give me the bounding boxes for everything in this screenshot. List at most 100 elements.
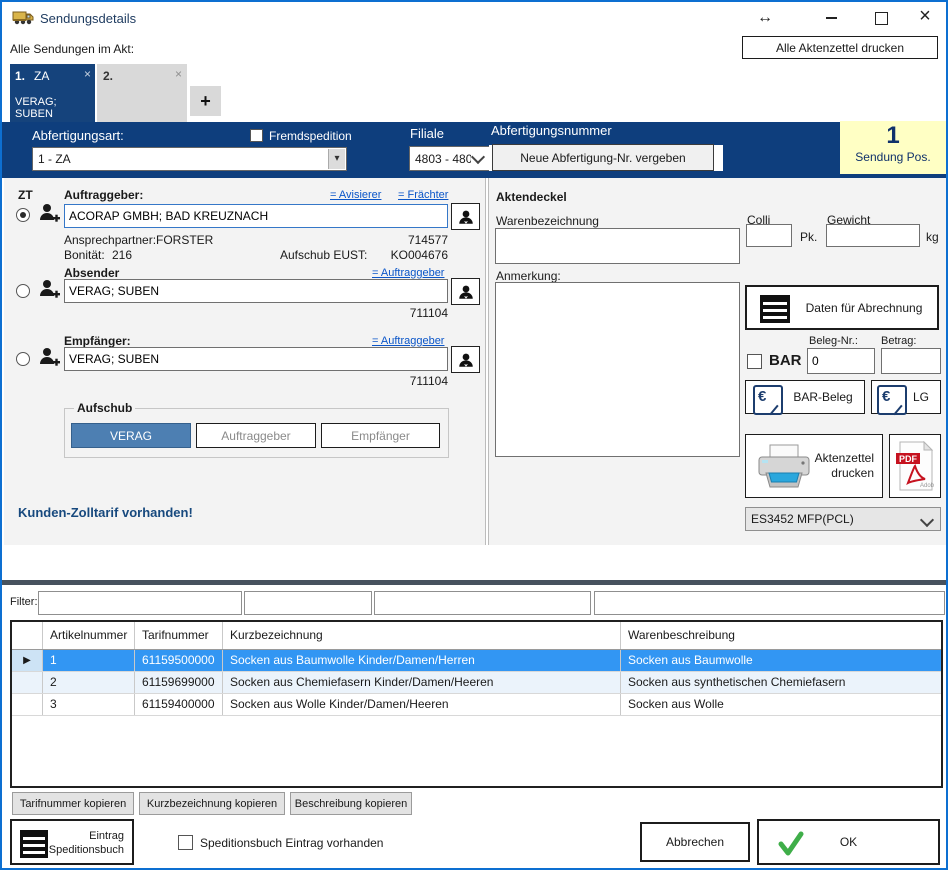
column-header-kurzbezeichnung[interactable]: Kurzbezeichnung [223,622,621,649]
zt-column-label: ZT [18,188,33,202]
add-contact-icon[interactable] [37,345,61,369]
anmerkung-label: Anmerkung: [496,269,561,283]
beleg-nr-input[interactable] [807,348,875,374]
abfertigungsart-label: Abfertigungsart: [32,128,124,143]
euro-receipt-icon: € [877,385,907,415]
svg-text:PDF: PDF [899,454,918,464]
aufschub-verag-button[interactable]: VERAG [71,423,191,448]
empfaenger-id: 711104 [374,374,448,388]
filiale-select[interactable]: 4803 - 480 [409,146,490,171]
minimize-icon [826,17,837,19]
table-row[interactable]: 3 61159400000 Socken aus Wolle Kinder/Da… [12,694,941,716]
svg-text:Adobe: Adobe [920,483,934,489]
eintrag-speditionsbuch-button[interactable]: Eintrag Speditionsbuch [10,819,134,865]
close-icon: × [919,5,931,28]
row-pointer-icon: ▶ [12,650,43,671]
printer-icon [754,443,814,491]
empfaenger-input[interactable] [64,347,448,371]
fremdspedition-checkbox[interactable] [250,129,263,142]
column-header-artikelnummer[interactable]: Artikelnummer [43,622,135,649]
check-icon [777,831,805,857]
ansprechpartner-value: FORSTER [156,233,213,247]
window-title: Sendungsdetails [40,11,136,26]
absender-radio[interactable] [16,284,30,298]
add-contact-icon[interactable] [37,201,61,225]
bonitaet-label: Bonität: [64,248,105,262]
row-selector-header [12,622,43,649]
absender-contact-button[interactable] [451,278,480,305]
empfaenger-radio[interactable] [16,352,30,366]
aktenzettel-drucken-button[interactable]: Aktenzettel drucken [745,434,883,498]
fraechter-link[interactable]: = Frächter [398,189,448,201]
column-header-tarifnummer[interactable]: Tarifnummer [135,622,223,649]
aufschub-eust-label: Aufschub EUST: [280,248,367,262]
tab-shipment-1[interactable]: 1. ZA × VERAG; SUBEN [10,64,95,122]
print-all-aktenzettel-button[interactable]: Alle Aktenzettel drucken [742,36,938,59]
beleg-nr-label: Beleg-Nr.: [809,335,858,347]
close-button[interactable]: × [908,4,942,28]
speditionsbuch-checkbox[interactable] [178,835,193,850]
abfertigungsart-select[interactable]: 1 - ZA ▾ [32,147,347,171]
cancel-button[interactable]: Abbrechen [640,822,750,862]
filter-input-kurzbezeichnung[interactable] [374,591,591,615]
chevron-down-icon [920,513,934,527]
aufschub-empfaenger-button[interactable]: Empfänger [321,423,440,448]
pdf-button[interactable]: PDF Adobe [889,434,941,498]
auftraggeber-radio[interactable] [16,208,30,222]
section-divider [2,580,946,585]
bar-beleg-button[interactable]: € BAR-Beleg [745,380,865,414]
empfaenger-auftraggeber-link[interactable]: = Auftraggeber [372,335,444,347]
euro-receipt-icon: € [753,385,783,415]
tab-close-icon[interactable]: × [175,67,182,81]
tab-shipment-2[interactable]: 2. × [97,64,187,122]
betrag-input[interactable] [881,348,941,374]
copy-beschreibung-button[interactable]: Beschreibung kopieren [290,792,412,815]
absender-input[interactable] [64,279,448,303]
auftraggeber-input[interactable] [64,204,448,228]
copy-kurzbezeichnung-button[interactable]: Kurzbezeichnung kopieren [139,792,285,815]
resize-cursor-icon: ↔ [757,9,773,27]
add-contact-icon[interactable] [37,277,61,301]
list-icon [20,830,48,858]
sendung-pos-box: 1 Sendung Pos. [840,121,946,174]
daten-abrechnung-button[interactable]: Daten für Abrechnung [745,285,939,330]
article-table: Artikelnummer Tarifnummer Kurzbezeichnun… [10,620,943,788]
bar-checkbox[interactable] [747,354,762,369]
filter-input-artikelnummer[interactable] [38,591,242,615]
table-row[interactable]: ▶ 1 61159500000 Socken aus Baumwolle Kin… [12,650,941,672]
truck-icon [12,9,34,26]
column-header-warenbeschreibung[interactable]: Warenbeschreibung [621,622,941,649]
printer-select[interactable]: ES3452 MFP(PCL) [745,507,941,531]
aufschub-auftraggeber-button[interactable]: Auftraggeber [196,423,316,448]
colli-input[interactable] [746,224,792,247]
filter-input-tarifnummer[interactable] [244,591,372,615]
neue-abfertigungsnummer-button[interactable]: Neue Abfertigung-Nr. vergeben [492,144,714,171]
copy-tarifnummer-button[interactable]: Tarifnummer kopieren [12,792,134,815]
gewicht-input[interactable] [826,224,920,247]
filter-input-warenbeschreibung[interactable] [594,591,945,615]
aufschub-group: Aufschub VERAG Auftraggeber Empfänger [64,408,449,458]
absender-auftraggeber-link[interactable]: = Auftraggeber [372,267,444,279]
lg-button[interactable]: € LG [871,380,941,414]
minimize-button[interactable] [814,6,848,30]
ansprechpartner-label: Ansprechpartner: [64,233,156,247]
empfaenger-contact-button[interactable] [451,346,480,373]
abfertigungsnummer-label: Abfertigungsnummer [491,123,612,138]
warenbezeichnung-textarea[interactable] [495,228,740,264]
maximize-icon [875,12,888,25]
anmerkung-textarea[interactable] [495,282,740,457]
tab-close-icon[interactable]: × [84,67,91,81]
sendungsdetails-window: Sendungsdetails ↔ × Alle Sendungen im Ak… [0,0,948,870]
betrag-label: Betrag: [881,335,916,347]
add-tab-button[interactable]: + [190,86,221,116]
maximize-button[interactable] [864,6,898,30]
ok-button[interactable]: OK [757,819,940,865]
absender-label: Absender [64,266,119,280]
dispatch-band: Abfertigungsart: 1 - ZA ▾ Fremdspedition… [2,122,946,178]
shipments-label: Alle Sendungen im Akt: [10,42,134,56]
table-row[interactable]: 2 61159699000 Socken aus Chemiefasern Ki… [12,672,941,694]
sendung-pos-value: 1 [840,122,946,150]
avisierer-link[interactable]: = Avisierer [330,189,381,201]
empfaenger-label: Empfänger: [64,334,131,348]
auftraggeber-contact-button[interactable] [451,203,480,230]
